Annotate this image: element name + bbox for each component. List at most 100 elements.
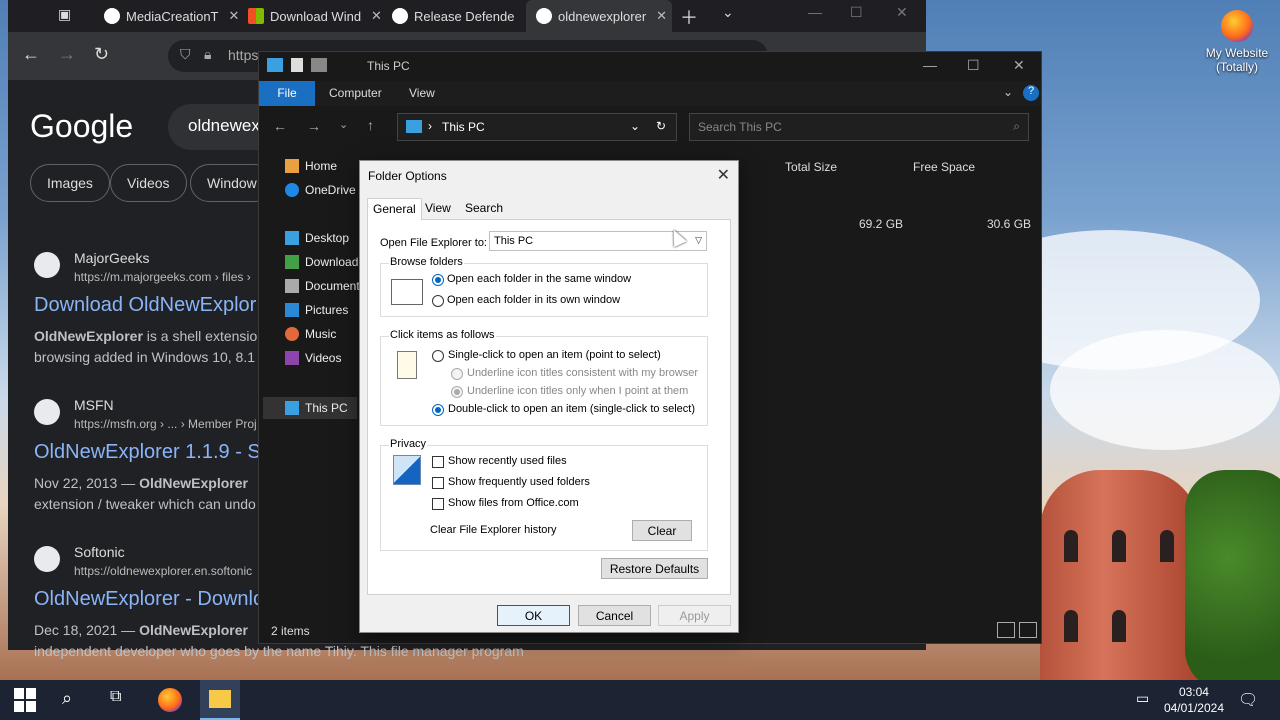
address-text: This PC	[442, 120, 485, 134]
nav-music[interactable]: Music	[285, 327, 336, 341]
checkbox-frequent-folders[interactable]	[432, 477, 444, 489]
close-tab-icon[interactable]: ✕	[371, 8, 382, 24]
close-icon[interactable]: ✕	[896, 4, 908, 21]
explorer-title: This PC	[367, 59, 410, 73]
close-icon[interactable]: ✕	[717, 165, 730, 185]
column-total-size[interactable]: Total Size	[785, 160, 837, 174]
desktop-shortcut-firefox[interactable]: My Website (Totally)	[1202, 10, 1272, 74]
radio-label[interactable]: Single-click to open an item (point to s…	[448, 349, 661, 361]
nav-onedrive[interactable]: OneDrive	[285, 183, 356, 197]
maximize-icon[interactable]: ☐	[967, 57, 980, 74]
result-title-link[interactable]: Download OldNewExplor	[34, 294, 256, 317]
ribbon-tab-view[interactable]: View	[395, 81, 449, 106]
radio-label[interactable]: Double-click to open an item (single-cli…	[448, 403, 695, 415]
new-folder-icon[interactable]	[311, 58, 327, 72]
result-url[interactable]: https://m.majorgeeks.com › files ›	[74, 270, 251, 284]
close-tab-icon[interactable]: ✕	[656, 8, 667, 24]
nav-home[interactable]: Home	[285, 159, 337, 173]
result-title-link[interactable]: OldNewExplorer - Downlo	[34, 588, 264, 611]
result-title-link[interactable]: OldNewExplorer 1.1.9 - S	[34, 441, 261, 464]
chevron-down-icon[interactable]: ⌄	[630, 119, 640, 133]
back-icon[interactable]: ←	[273, 118, 287, 134]
firefox-icon[interactable]	[158, 688, 182, 712]
radio-single-click[interactable]	[432, 350, 444, 362]
apply-button[interactable]: Apply	[658, 605, 731, 626]
result-url[interactable]: https://oldnewexplorer.en.softonic	[74, 564, 252, 578]
large-icons-view-icon[interactable]	[1019, 622, 1037, 638]
notifications-tray-icon[interactable]: ▭	[1136, 690, 1149, 707]
forward-icon[interactable]: →	[58, 44, 76, 65]
browser-tab-1[interactable]: MediaCreationT ✕	[94, 0, 249, 32]
radio-label: Underline icon titles only when I point …	[467, 385, 689, 397]
browser-tab-4[interactable]: oldnewexplorer ✕	[526, 0, 672, 32]
details-view-icon[interactable]	[997, 622, 1015, 638]
tab-actions-icon[interactable]: ▣	[58, 6, 71, 23]
search-icon[interactable]: ⌕	[62, 688, 86, 712]
radio-underline-point[interactable]	[451, 386, 463, 398]
properties-icon[interactable]	[291, 58, 303, 72]
radio-label[interactable]: Open each folder in the same window	[447, 273, 631, 285]
task-view-icon[interactable]: ⧉	[110, 688, 134, 712]
radio-double-click[interactable]	[432, 404, 444, 416]
ribbon-tab-computer[interactable]: Computer	[315, 81, 396, 106]
clear-history-label: Clear File Explorer history	[430, 524, 557, 536]
desktop-icon	[285, 231, 299, 245]
radio-same-window[interactable]	[432, 274, 444, 286]
back-icon[interactable]: ←	[22, 44, 40, 65]
close-icon[interactable]: ✕	[1013, 57, 1025, 74]
radio-underline-browser[interactable]	[451, 368, 463, 380]
new-tab-icon[interactable]: ＋	[680, 4, 698, 30]
minimize-icon[interactable]: —	[808, 4, 822, 20]
radio-label[interactable]: Open each folder in its own window	[447, 294, 620, 306]
filter-chip-videos[interactable]: Videos	[110, 164, 187, 202]
clear-button[interactable]: Clear	[632, 520, 692, 541]
filter-chip-images[interactable]: Images	[30, 164, 110, 202]
checkbox-office-files[interactable]	[432, 498, 444, 510]
radio-label: Underline icon titles consistent with my…	[467, 367, 699, 379]
tab-view[interactable]: View	[420, 201, 456, 215]
nav-pictures[interactable]: Pictures	[285, 303, 348, 317]
nav-this-pc[interactable]: This PC	[263, 397, 357, 419]
checkbox-label[interactable]: Show recently used files	[448, 455, 567, 467]
nav-downloads[interactable]: Download	[285, 255, 358, 269]
address-bar[interactable]: › This PC ⌄ ↻	[397, 113, 677, 141]
help-icon[interactable]: ?	[1023, 85, 1039, 101]
forward-icon[interactable]: →	[307, 118, 321, 134]
nav-documents[interactable]: Document	[285, 279, 360, 293]
up-icon[interactable]: ↑	[367, 117, 374, 133]
result-site: Softonic	[74, 544, 125, 560]
google-logo[interactable]: Google	[30, 108, 133, 145]
action-center-icon[interactable]: 🗨︎	[1238, 690, 1258, 710]
result-url[interactable]: https://msfn.org › ... › Member Proj	[74, 417, 257, 431]
start-icon[interactable]	[14, 688, 38, 712]
shield-icon: ⛉	[180, 46, 191, 62]
explorer-search-input[interactable]: Search This PC ⌕	[689, 113, 1029, 141]
tab-general[interactable]: General	[367, 198, 422, 220]
refresh-icon[interactable]: ↻	[656, 119, 666, 133]
recent-locations-icon[interactable]: ⌄	[339, 118, 348, 131]
tab-list-icon[interactable]: ⌄	[722, 4, 734, 21]
browser-tab-2[interactable]: Download Wind ✕	[238, 0, 392, 32]
reload-icon[interactable]: ↻	[94, 44, 109, 65]
nav-desktop[interactable]: Desktop	[285, 231, 349, 245]
checkbox-recent-files[interactable]	[432, 456, 444, 468]
radio-own-window[interactable]	[432, 295, 444, 307]
maximize-icon[interactable]: ☐	[850, 4, 863, 21]
checkbox-label[interactable]: Show files from Office.com	[448, 497, 579, 509]
desktop-icon-label-2: (Totally)	[1215, 60, 1258, 74]
tab-search[interactable]: Search	[460, 201, 508, 215]
cancel-button[interactable]: Cancel	[578, 605, 651, 626]
nav-videos[interactable]: Videos	[285, 351, 341, 365]
computer-icon	[285, 401, 299, 415]
ribbon-tab-file[interactable]: File	[259, 81, 315, 106]
file-explorer-taskbar-button[interactable]	[200, 680, 240, 720]
clock[interactable]: 03:04 04/01/2024	[1164, 684, 1224, 716]
checkbox-label[interactable]: Show frequently used folders	[448, 476, 590, 488]
drive-free-space: 30.6 GB	[987, 217, 1032, 231]
column-free-space[interactable]: Free Space	[913, 160, 975, 174]
minimize-icon[interactable]: —	[923, 57, 937, 73]
browser-tab-3[interactable]: Release Defende ✕	[382, 0, 545, 32]
restore-defaults-button[interactable]: Restore Defaults	[601, 558, 708, 579]
ok-button[interactable]: OK	[497, 605, 570, 626]
chevron-down-icon[interactable]: ⌄	[1003, 85, 1013, 99]
